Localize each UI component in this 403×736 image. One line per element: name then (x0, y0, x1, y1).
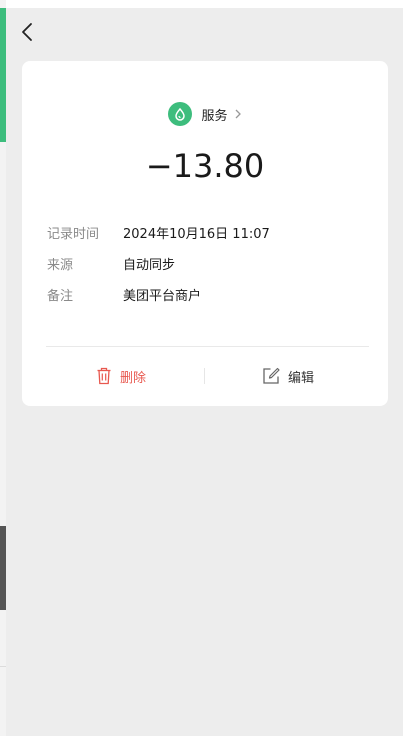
detail-row-source: 来源 自动同步 (47, 254, 270, 285)
detail-key: 记录时间 (47, 227, 100, 242)
detail-value: 美团平台商户 (123, 289, 202, 304)
amount-value: −13.80 (145, 147, 265, 185)
chevron-right-icon (235, 109, 241, 119)
divider (46, 346, 369, 347)
edit-button[interactable]: 编辑 (262, 361, 314, 391)
detail-card: 服务 −13.80 记录时间 2024年10月16日 11:07 来源 自动同步… (22, 61, 388, 406)
detail-value: 2024年10月16日 11:07 (123, 227, 270, 242)
back-button[interactable] (18, 20, 40, 44)
action-separator (204, 368, 205, 384)
category-label: 服务 (201, 108, 228, 124)
category-link[interactable]: 服务 (22, 102, 388, 126)
action-bar: 删除 编辑 (22, 361, 388, 391)
detail-list: 记录时间 2024年10月16日 11:07 来源 自动同步 备注 美团平台商户 (47, 223, 270, 316)
detail-row-note: 备注 美团平台商户 (47, 285, 270, 316)
detail-row-time: 记录时间 2024年10月16日 11:07 (47, 223, 270, 254)
detail-key: 备注 (47, 289, 74, 304)
edit-label: 编辑 (288, 370, 315, 386)
delete-button[interactable]: 删除 (96, 361, 146, 391)
bill-detail-page: 服务 −13.80 记录时间 2024年10月16日 11:07 来源 自动同步… (6, 8, 403, 736)
trash-icon (97, 367, 111, 385)
service-drop-icon (168, 102, 193, 126)
delete-label: 删除 (120, 370, 147, 386)
detail-key: 来源 (47, 258, 74, 273)
chevron-left-icon (22, 23, 32, 41)
edit-icon (263, 367, 280, 384)
detail-value: 自动同步 (123, 258, 176, 273)
